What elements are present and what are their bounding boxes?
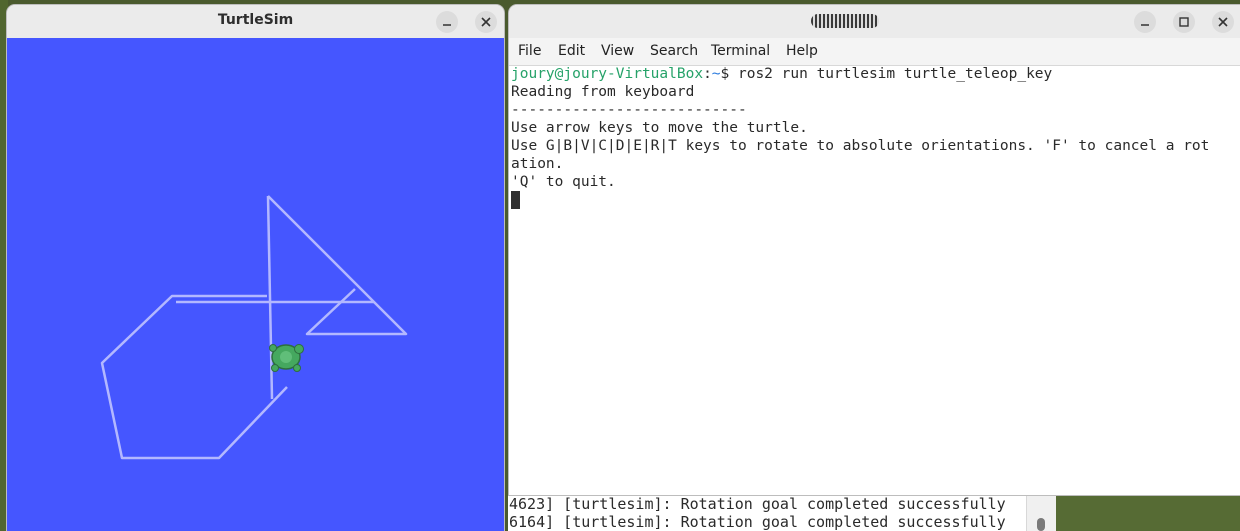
minimize-button[interactable] xyxy=(1134,11,1156,33)
close-icon xyxy=(1218,17,1228,27)
scrollbar[interactable] xyxy=(1026,495,1056,531)
pen-trail xyxy=(100,195,408,460)
window-title: TurtleSim xyxy=(217,12,294,28)
menu-edit[interactable]: Edit xyxy=(558,43,585,59)
close-button[interactable] xyxy=(475,11,497,33)
terminal-title-obscured xyxy=(811,14,879,28)
turtlesim-titlebar[interactable]: TurtleSim xyxy=(7,5,504,39)
text-cursor xyxy=(511,191,520,209)
prompt-path: ~ xyxy=(711,66,721,82)
log-line: 6164] [turtlesim]: Rotation goal complet… xyxy=(509,513,1006,531)
terminal-titlebar[interactable] xyxy=(509,5,1240,38)
prompt-symbol: $ xyxy=(720,66,730,82)
output-line: Use G|B|V|C|D|E|R|T keys to rotate to ab… xyxy=(511,138,1210,154)
prompt-separator: : xyxy=(703,66,712,82)
prompt-line: joury@joury-VirtualBox:~$ ros2 run turtl… xyxy=(511,65,1052,83)
terminal-output[interactable]: joury@joury-VirtualBox:~$ ros2 run turtl… xyxy=(511,65,1240,495)
minimize-icon xyxy=(443,24,451,26)
scrollbar-thumb[interactable] xyxy=(1037,518,1045,531)
maximize-icon xyxy=(1179,17,1189,27)
close-button[interactable] xyxy=(1212,11,1234,33)
minimize-icon xyxy=(1141,24,1149,26)
log-line: 4623] [turtlesim]: Rotation goal complet… xyxy=(509,495,1006,513)
minimize-button[interactable] xyxy=(436,11,458,33)
menu-file[interactable]: File xyxy=(518,43,541,59)
turtle-icon xyxy=(269,344,304,372)
menu-terminal[interactable]: Terminal xyxy=(711,43,770,59)
terminal-window[interactable]: File Edit View Search Terminal Help jour… xyxy=(509,5,1240,495)
turtle-path-drawing xyxy=(100,195,408,460)
output-line: ation. xyxy=(511,156,564,172)
background-terminal[interactable]: 4623] [turtlesim]: Rotation goal complet… xyxy=(508,495,1056,531)
turtle-canvas xyxy=(7,38,504,531)
output-line: 'Q' to quit. xyxy=(511,174,616,190)
turtlesim-window[interactable]: TurtleSim xyxy=(7,5,504,531)
output-line: Use arrow keys to move the turtle. xyxy=(511,120,808,136)
prompt-command: ros2 run turtlesim turtle_teleop_key xyxy=(729,66,1053,82)
output-line: Reading from keyboard xyxy=(511,84,695,100)
prompt-user-host: joury@joury-VirtualBox xyxy=(511,66,704,82)
close-icon xyxy=(481,17,491,27)
menu-search[interactable]: Search xyxy=(650,43,698,59)
output-line: --------------------------- xyxy=(511,102,747,118)
menu-bar: File Edit View Search Terminal Help xyxy=(509,38,1240,66)
menu-view[interactable]: View xyxy=(601,43,634,59)
menu-help[interactable]: Help xyxy=(786,43,818,59)
desktop-background-right xyxy=(1056,495,1240,531)
maximize-button[interactable] xyxy=(1173,11,1195,33)
